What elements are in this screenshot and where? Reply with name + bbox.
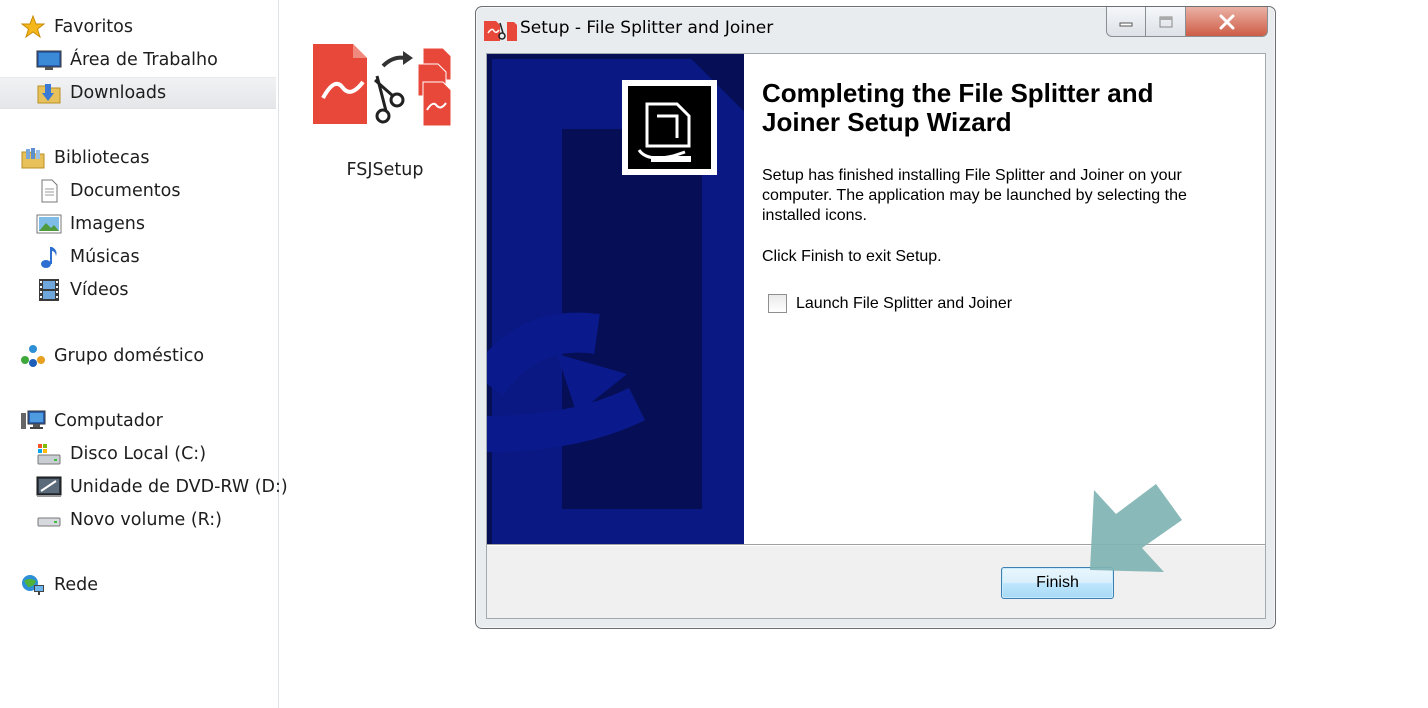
minimize-button[interactable] [1106, 7, 1146, 37]
nav-item-network[interactable]: Rede [0, 569, 276, 601]
documents-icon [36, 179, 62, 203]
nav-item-favorites[interactable]: Favoritos [0, 11, 276, 43]
nav-item-dvd-drive[interactable]: Unidade de DVD-RW (D:) [0, 471, 288, 503]
launch-option[interactable]: Launch File Splitter and Joiner [768, 294, 1012, 313]
close-icon [1219, 14, 1234, 29]
computer-icon [20, 409, 46, 433]
nav-item-libraries[interactable]: Bibliotecas [0, 142, 276, 174]
app-icon [484, 21, 517, 41]
nav-label: Documentos [70, 181, 181, 201]
exit-instruction: Click Finish to exit Setup. [762, 248, 942, 265]
local-disk-icon [36, 442, 62, 466]
file-splitter-icon [313, 44, 452, 127]
nav-label: Unidade de DVD-RW (D:) [70, 477, 288, 497]
launch-label: Launch File Splitter and Joiner [796, 294, 1013, 312]
minimize-icon [1119, 22, 1133, 26]
maximize-button[interactable] [1146, 7, 1186, 37]
nav-item-documents[interactable]: Documentos [0, 175, 276, 207]
banner-graphic [487, 59, 744, 544]
nav-item-videos[interactable]: Vídeos [0, 274, 276, 306]
maximize-icon [1159, 16, 1172, 27]
nav-label: Músicas [70, 247, 140, 267]
homegroup-icon [20, 344, 46, 368]
wizard-banner [487, 54, 744, 544]
nav-item-homegroup[interactable]: Grupo doméstico [0, 340, 276, 372]
dvd-drive-icon [36, 475, 62, 499]
file-name: FSJSetup [346, 160, 424, 180]
nav-label: Downloads [70, 83, 167, 103]
drive-icon [36, 508, 62, 532]
nav-label: Imagens [70, 214, 146, 234]
navigation-pane: Favoritos Área de Trabalho Downloads Bib… [0, 0, 288, 708]
nav-label: Vídeos [70, 280, 129, 300]
nav-item-new-volume[interactable]: Novo volume (R:) [0, 504, 276, 536]
pointer-arrow-icon [1090, 484, 1182, 572]
libraries-icon [20, 146, 46, 170]
wizard-content: Completing the File Splitter and Joiner … [744, 54, 1265, 544]
nav-label: Favoritos [54, 17, 133, 37]
star-icon [20, 15, 46, 39]
title-bar[interactable]: Setup - File Splitter and Joiner [476, 7, 1275, 53]
wizard-heading: Completing the File Splitter and Joiner … [762, 78, 1154, 137]
window-title: Setup - File Splitter and Joiner [520, 18, 774, 38]
nav-label: Disco Local (C:) [70, 444, 207, 464]
nav-item-downloads[interactable]: Downloads [0, 77, 276, 109]
window-controls [1106, 7, 1268, 37]
launch-checkbox[interactable] [768, 294, 787, 313]
file-item-fsjsetup[interactable]: FSJSetup [305, 38, 465, 188]
downloads-folder-icon [36, 81, 62, 105]
nav-label: Grupo doméstico [54, 346, 205, 366]
nav-item-music[interactable]: Músicas [0, 241, 276, 273]
pictures-icon [36, 212, 62, 236]
nav-item-computer[interactable]: Computador [0, 405, 276, 437]
nav-item-local-disk[interactable]: Disco Local (C:) [0, 438, 276, 470]
completion-message: Setup has finished installing File Split… [762, 167, 1187, 224]
network-icon [20, 573, 46, 597]
nav-item-desktop[interactable]: Área de Trabalho [0, 44, 276, 76]
music-icon [36, 245, 62, 269]
nav-label: Área de Trabalho [70, 50, 218, 70]
desktop-screen: Favoritos Área de Trabalho Downloads Bib… [0, 0, 1428, 708]
nav-label: Bibliotecas [54, 148, 150, 168]
desktop-icon [36, 48, 62, 72]
close-button[interactable] [1186, 7, 1268, 37]
nav-item-pictures[interactable]: Imagens [0, 208, 276, 240]
nav-label: Computador [54, 411, 163, 431]
nav-label: Novo volume (R:) [70, 510, 222, 530]
videos-icon [36, 278, 62, 302]
nav-label: Rede [54, 575, 99, 595]
